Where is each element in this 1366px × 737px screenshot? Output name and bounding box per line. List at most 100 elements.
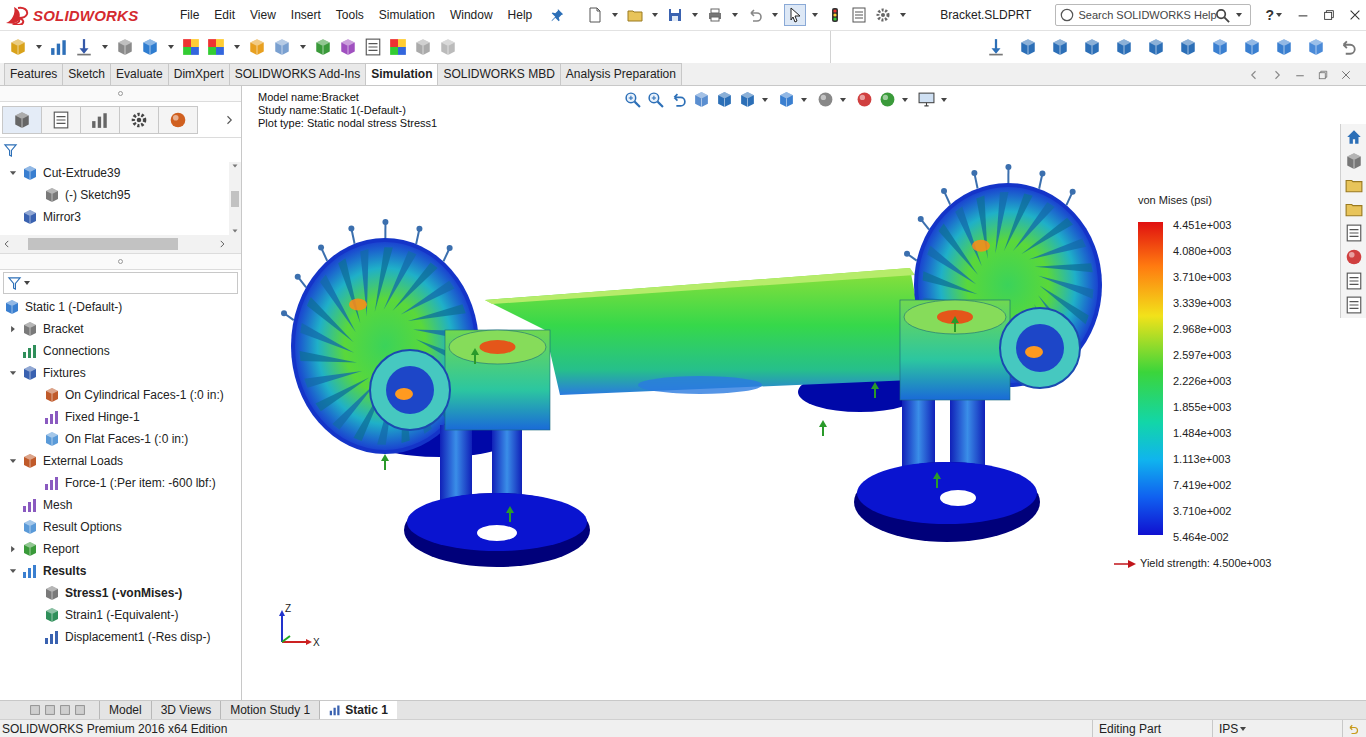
save-icon[interactable]: [667, 7, 683, 23]
restore-icon[interactable]: [1322, 8, 1336, 22]
simulation-tool-button[interactable]: [6, 35, 30, 59]
tree-item[interactable]: Mirror3: [0, 206, 229, 228]
dynamic-annotation-icon[interactable]: [716, 91, 733, 108]
previous-view-icon[interactable]: [670, 91, 687, 108]
tree-item[interactable]: Result Options: [0, 516, 241, 538]
simulation-tool-button[interactable]: [361, 35, 385, 59]
view-tool-button[interactable]: [1144, 35, 1168, 59]
sketch-brush-icon[interactable]: [1339, 38, 1357, 56]
tree-item[interactable]: Strain1 (-Equivalent-): [0, 604, 241, 626]
dropdown-arrow-icon[interactable]: [941, 98, 947, 102]
dropdown-arrow-icon[interactable]: [102, 45, 108, 49]
fixtures-icon[interactable]: [50, 38, 68, 56]
single-view-icon[interactable]: [1307, 38, 1325, 56]
file-properties-icon[interactable]: [851, 7, 867, 23]
expanded-arrow-icon[interactable]: [8, 566, 18, 576]
tree-item[interactable]: On Cylindrical Faces-1 (:0 in:): [0, 384, 241, 406]
view-tool-button[interactable]: [1336, 35, 1360, 59]
edit-appearance-icon[interactable]: [856, 91, 873, 108]
quick-access-button[interactable]: [624, 4, 646, 26]
tree-item[interactable]: Force-1 (:Per item: -600 lbf:): [0, 472, 241, 494]
expander[interactable]: [4, 566, 22, 576]
simulation-tool-button[interactable]: [138, 35, 162, 59]
doc-close-icon[interactable]: [1340, 69, 1352, 81]
tree-item[interactable]: Connections: [0, 340, 241, 362]
quick-access-button[interactable]: [584, 4, 606, 26]
report-icon[interactable]: [364, 38, 382, 56]
compare-results-icon[interactable]: [273, 38, 291, 56]
manager-tab[interactable]: [80, 106, 120, 134]
expander[interactable]: [4, 456, 22, 466]
doc-restore-icon[interactable]: [1317, 69, 1329, 81]
view-palette-icon[interactable]: [1345, 224, 1363, 242]
rebuild-light-icon[interactable]: [827, 7, 843, 23]
manage-network-icon[interactable]: [439, 38, 457, 56]
menu-item[interactable]: Simulation: [379, 8, 435, 22]
study-filter[interactable]: [3, 272, 238, 294]
shell-icon[interactable]: [141, 38, 159, 56]
view-tool-button[interactable]: [1304, 35, 1328, 59]
sheet-tab[interactable]: 3D Views: [151, 701, 220, 719]
home-icon[interactable]: [1345, 128, 1363, 146]
tree-item[interactable]: Bracket: [0, 318, 241, 340]
command-tab[interactable]: Simulation: [365, 63, 438, 85]
status-customize-icon[interactable]: [1347, 723, 1359, 735]
search-icon[interactable]: [1215, 8, 1230, 23]
top-view-icon[interactable]: [1147, 38, 1165, 56]
print-icon[interactable]: [707, 7, 723, 23]
tile-right-icon[interactable]: [1271, 69, 1283, 81]
left-view-icon[interactable]: [1083, 38, 1101, 56]
dropdown-arrow-icon[interactable]: [234, 45, 240, 49]
sheet-tab[interactable]: Static 1: [319, 701, 397, 719]
previous-tab-icon[interactable]: [43, 703, 57, 717]
dropdown-arrow-icon[interactable]: [902, 98, 908, 102]
stress-legend[interactable]: von Mises (psi)4.451e+0034.080e+0033.710…: [1138, 193, 1271, 570]
open-folder-icon[interactable]: [627, 7, 643, 23]
sheet-tab[interactable]: Motion Study 1: [220, 701, 319, 719]
dropdown-arrow-icon[interactable]: [692, 13, 698, 17]
simulation-tool-button[interactable]: [204, 35, 228, 59]
simulation-tool-button[interactable]: [113, 35, 137, 59]
design-library-icon[interactable]: [1345, 176, 1363, 194]
view-tool-button[interactable]: [1016, 35, 1040, 59]
dropdown-arrow-icon[interactable]: [801, 98, 807, 102]
minimize-icon[interactable]: [1296, 8, 1310, 22]
scroll-up-icon[interactable]: [231, 162, 239, 170]
doc-minimize-icon[interactable]: [1294, 69, 1306, 81]
tree-item[interactable]: Static 1 (-Default-): [0, 296, 241, 318]
quick-access-button[interactable]: [848, 4, 870, 26]
hide-show-icon[interactable]: [817, 91, 834, 108]
dropdown-arrow-icon[interactable]: [36, 45, 42, 49]
zoom-to-fit-icon[interactable]: [624, 91, 641, 108]
view-tool-button[interactable]: [984, 35, 1008, 59]
view-orientation-icon[interactable]: [739, 91, 756, 108]
results-advisor-icon[interactable]: [207, 38, 225, 56]
menu-item[interactable]: Tools: [336, 8, 364, 22]
expanded-arrow-icon[interactable]: [8, 168, 18, 178]
manager-tab[interactable]: [2, 106, 42, 134]
vertical-scrollbar[interactable]: [229, 162, 241, 235]
menu-item[interactable]: Window: [450, 8, 493, 22]
loads-icon[interactable]: [75, 38, 93, 56]
tree-item[interactable]: Stress1 (-vonMises-): [0, 582, 241, 604]
expander[interactable]: [4, 544, 22, 554]
command-tab[interactable]: SOLIDWORKS MBD: [437, 63, 560, 85]
feature-manager-icon[interactable]: [13, 111, 31, 129]
connections-icon[interactable]: [116, 38, 134, 56]
tree-item[interactable]: Displacement1 (-Res disp-): [0, 626, 241, 648]
view-tool-button[interactable]: [1048, 35, 1072, 59]
command-tab[interactable]: Sketch: [62, 63, 111, 85]
design-insight-icon[interactable]: [314, 38, 332, 56]
simulation-tool-button[interactable]: [245, 35, 269, 59]
manager-tab[interactable]: [41, 106, 81, 134]
view-tool-button[interactable]: [1112, 35, 1136, 59]
options-gear-icon[interactable]: [875, 7, 891, 23]
tile-left-icon[interactable]: [1248, 69, 1260, 81]
include-image-icon[interactable]: [389, 38, 407, 56]
dropdown-arrow-icon[interactable]: [652, 13, 658, 17]
view-tool-button[interactable]: [1272, 35, 1296, 59]
stress-plot-model[interactable]: [242, 86, 1366, 700]
collapsed-arrow-icon[interactable]: [8, 324, 18, 334]
front-view-icon[interactable]: [1019, 38, 1037, 56]
quick-access-button[interactable]: [872, 4, 894, 26]
